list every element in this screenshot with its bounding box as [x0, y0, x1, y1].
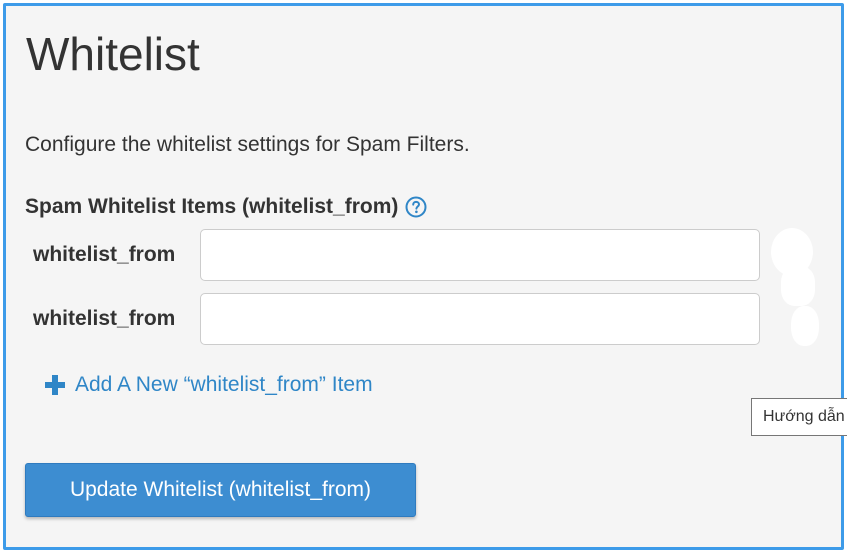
add-item-label: Add A New “whitelist_from” Item: [75, 373, 373, 396]
whitelist-row-label: whitelist_from: [33, 243, 176, 266]
whitelist-from-input-2[interactable]: [200, 293, 760, 345]
plus-icon: [44, 374, 66, 396]
page-title: Whitelist: [26, 28, 200, 80]
page-description: Configure the whitelist settings for Spa…: [25, 133, 470, 156]
content-panel: Whitelist Configure the whitelist settin…: [3, 3, 844, 550]
section-label-text: Spam Whitelist Items (whitelist_from): [25, 195, 399, 218]
tooltip: Hướng dẫn: [751, 398, 847, 436]
question-circle-icon[interactable]: [405, 196, 427, 218]
white-overlay-shape: [791, 306, 819, 346]
whitelist-row-label: whitelist_from: [33, 307, 176, 330]
section-label: Spam Whitelist Items (whitelist_from): [25, 193, 427, 221]
whitelist-from-input-1[interactable]: [200, 229, 760, 281]
add-item-link[interactable]: Add A New “whitelist_from” Item: [44, 371, 373, 399]
whitelist-row: whitelist_from: [33, 229, 760, 281]
white-overlay-shape: [781, 266, 815, 306]
update-whitelist-button[interactable]: Update Whitelist (whitelist_from): [25, 463, 416, 517]
whitelist-row: whitelist_from: [33, 293, 760, 345]
